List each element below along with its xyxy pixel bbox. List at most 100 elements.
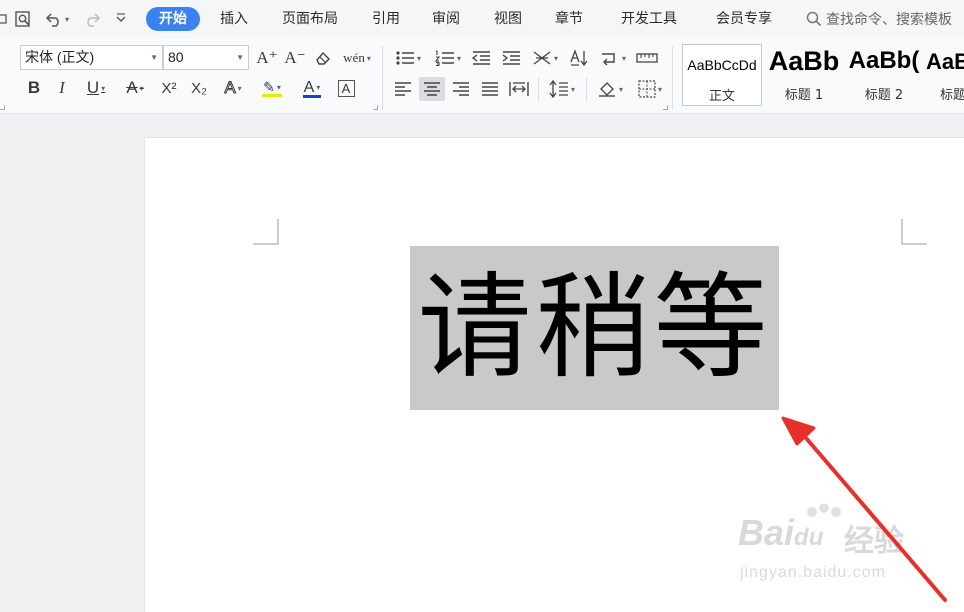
underline-dropdown-icon[interactable]: ▾ <box>101 84 105 93</box>
watermark: Baidu 经验 jingyan.baidu.com <box>738 504 938 592</box>
document-text[interactable]: 请稍等 <box>410 246 779 410</box>
font-grow-icon: A⁺ <box>256 48 278 67</box>
sort-icon <box>570 49 588 67</box>
paw-icon <box>807 504 841 517</box>
ruler-icon <box>636 53 658 63</box>
borders-button[interactable]: ▾ <box>632 77 668 101</box>
style-heading-1[interactable]: AaBb 标题 1 <box>764 44 844 106</box>
text-effect-button[interactable]: A ▾ <box>216 76 250 100</box>
pinyin-button[interactable]: wén ▾ <box>340 46 374 70</box>
show-marks-dropdown-icon[interactable]: ▾ <box>622 54 626 63</box>
text-effect-icon: A <box>224 78 236 98</box>
increase-indent-button[interactable] <box>498 46 524 70</box>
subscript-icon: X₂ <box>191 79 207 97</box>
indent-icon <box>502 51 520 65</box>
ribbon-separator <box>382 46 383 110</box>
strikethrough-dropdown-icon[interactable]: ▾ <box>140 84 144 93</box>
redo-button[interactable] <box>80 9 104 29</box>
highlight-button[interactable]: ✎ ▾ <box>254 76 290 100</box>
align-left-icon <box>395 82 411 96</box>
bullets-button[interactable]: ▾ <box>392 46 424 70</box>
tab-section[interactable]: 章节 <box>547 7 591 31</box>
tab-references[interactable]: 引用 <box>364 7 408 31</box>
tab-view[interactable]: 视图 <box>486 7 530 31</box>
style-heading[interactable]: AaB 标题 <box>924 44 964 106</box>
paragraph-dialog-launcher-icon[interactable] <box>663 105 668 110</box>
ribbon-toolbar: 宋体 (正文) ▼ 80 ▼ A⁺ A⁻ wén ▾ B I U ▾ A ▾ X² X… <box>0 38 964 114</box>
style-gallery: AaBbCcDd 正文 AaBb 标题 1 AaBb( 标题 2 AaB 标题 <box>678 44 964 106</box>
chinese-layout-dropdown-icon[interactable]: ▾ <box>554 54 558 63</box>
tab-review[interactable]: 审阅 <box>424 7 468 31</box>
bold-icon: B <box>27 78 41 97</box>
strikethrough-icon: A <box>126 78 138 97</box>
font-color-button[interactable]: A ▾ <box>294 76 330 100</box>
undo-dropdown-icon[interactable]: ▾ <box>65 15 69 24</box>
align-left-button[interactable] <box>390 77 416 101</box>
shading-dropdown-icon[interactable]: ▾ <box>619 85 623 94</box>
character-border-button[interactable]: A <box>334 76 358 100</box>
highlight-color-swatch <box>262 93 282 97</box>
font-name-value: 宋体 (正文) <box>25 49 95 65</box>
ribbon-separator <box>538 78 539 102</box>
margin-corner-mark <box>253 219 279 245</box>
style-heading-2-name: 标题 2 <box>864 88 904 103</box>
bold-button[interactable]: B <box>22 76 46 100</box>
highlight-dropdown-icon[interactable]: ▾ <box>277 83 281 92</box>
customize-toolbar-icon[interactable] <box>112 9 130 29</box>
tab-insert[interactable]: 插入 <box>212 7 256 31</box>
italic-button[interactable]: I <box>50 76 74 100</box>
pinyin-dropdown-icon[interactable]: ▾ <box>367 54 371 63</box>
bullets-dropdown-icon[interactable]: ▾ <box>417 54 421 63</box>
command-search[interactable]: 查找命令、搜索模板 <box>806 8 952 30</box>
font-size-dropdown-icon: ▼ <box>236 53 244 62</box>
shading-button[interactable]: ▾ <box>592 77 628 101</box>
tab-member[interactable]: 会员专享 <box>706 7 782 31</box>
font-name-select[interactable]: 宋体 (正文) ▼ <box>20 45 163 70</box>
tab-page-layout[interactable]: 页面布局 <box>272 7 348 31</box>
strikethrough-button[interactable]: A ▾ <box>118 76 152 100</box>
font-shrink-button[interactable]: A⁻ <box>283 46 307 70</box>
preview-icon[interactable] <box>12 9 34 29</box>
undo-button[interactable]: ▾ <box>40 9 74 29</box>
distribute-button[interactable] <box>506 77 532 101</box>
font-dialog-launcher-icon[interactable] <box>373 105 378 110</box>
tab-developer[interactable]: 开发工具 <box>612 7 686 31</box>
superscript-button[interactable]: X² <box>156 76 182 100</box>
underline-button[interactable]: U ▾ <box>78 76 114 100</box>
print-preview-icon[interactable] <box>0 9 8 29</box>
align-right-button[interactable] <box>448 77 474 101</box>
font-size-select[interactable]: 80 ▼ <box>163 45 249 70</box>
line-spacing-button[interactable]: ▾ <box>544 77 580 101</box>
style-heading-2[interactable]: AaBb( 标题 2 <box>844 44 924 106</box>
margin-corner-mark <box>901 219 927 245</box>
pinyin-icon: wén <box>343 50 365 65</box>
subscript-button[interactable]: X₂ <box>186 76 212 100</box>
chinese-layout-button[interactable]: ▾ <box>528 46 562 70</box>
sort-button[interactable] <box>566 46 592 70</box>
style-normal[interactable]: AaBbCcDd 正文 <box>682 44 762 106</box>
font-grow-button[interactable]: A⁺ <box>255 46 279 70</box>
numbering-dropdown-icon[interactable]: ▾ <box>457 54 461 63</box>
justify-button[interactable] <box>477 77 503 101</box>
search-icon <box>806 11 822 27</box>
font-shrink-icon: A⁻ <box>284 48 306 67</box>
align-center-button[interactable] <box>419 77 445 101</box>
font-size-value: 80 <box>168 49 184 65</box>
show-hide-marks-button[interactable]: ▾ <box>596 46 630 70</box>
italic-icon: I <box>59 78 65 97</box>
line-spacing-dropdown-icon[interactable]: ▾ <box>571 85 575 94</box>
ruler-button[interactable] <box>634 46 660 70</box>
font-color-dropdown-icon[interactable]: ▾ <box>316 83 320 92</box>
outdent-icon <box>471 51 490 65</box>
group-expand-icon[interactable] <box>0 105 5 110</box>
paragraph-mark-icon <box>601 53 615 66</box>
clear-format-button[interactable] <box>311 46 335 70</box>
borders-dropdown-icon[interactable]: ▾ <box>658 85 662 94</box>
font-name-dropdown-icon: ▼ <box>150 53 158 62</box>
style-heading-2-sample: AaBb( <box>848 47 920 74</box>
style-normal-name: 正文 <box>708 89 735 104</box>
decrease-indent-button[interactable] <box>468 46 494 70</box>
text-effect-dropdown-icon[interactable]: ▾ <box>238 84 242 93</box>
tab-home[interactable]: 开始 <box>146 7 200 31</box>
numbering-button[interactable]: ▾ <box>432 46 464 70</box>
